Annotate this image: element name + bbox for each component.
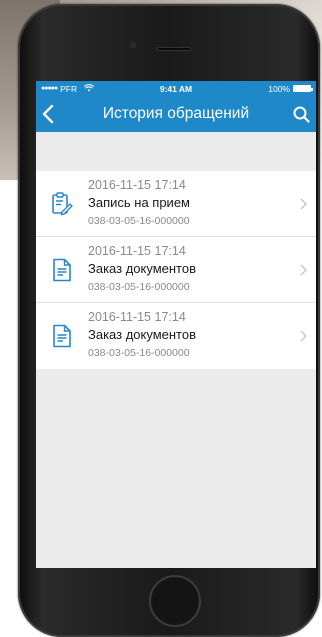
item-text: 2016-11-15 17:14 Запись на прием 038-03-…	[88, 178, 290, 230]
document-icon	[36, 258, 88, 282]
item-text: 2016-11-15 17:14 Заказ документов 038-03…	[88, 244, 290, 296]
chevron-right-icon	[290, 264, 316, 276]
requests-list: 2016-11-15 17:14 Запись на прием 038-03-…	[36, 171, 316, 369]
list-item[interactable]: 2016-11-15 17:14 Заказ документов 038-03…	[36, 237, 316, 303]
list-item[interactable]: 2016-11-15 17:14 Заказ документов 038-03…	[36, 303, 316, 369]
chevron-left-icon[interactable]	[42, 101, 62, 127]
status-bar: ●●●●● PFR 9:41 AM 100%	[36, 81, 316, 96]
list-item[interactable]: 2016-11-15 17:14 Запись на прием 038-03-…	[36, 171, 316, 237]
item-date: 2016-11-15 17:14	[88, 310, 186, 324]
page-title: История обращений	[102, 105, 250, 122]
chevron-right-icon	[290, 198, 316, 210]
search-icon[interactable]	[288, 101, 310, 127]
navigation-bar: История обращений	[36, 96, 316, 132]
top-spacer	[36, 132, 316, 171]
earpiece-speaker	[157, 47, 191, 51]
item-number: 038-03-05-16-000000	[88, 280, 190, 293]
front-camera	[130, 42, 136, 48]
document-icon	[36, 324, 88, 348]
chevron-right-icon	[290, 330, 316, 342]
item-title: Заказ документов	[88, 327, 197, 342]
item-number: 038-03-05-16-000000	[88, 347, 190, 359]
item-text: 2016-11-15 17:14 Заказ документов 038-03…	[88, 310, 290, 362]
item-number: 038-03-05-16-000000	[88, 214, 190, 227]
status-time: 9:41 AM	[159, 83, 193, 94]
home-button[interactable]	[149, 575, 201, 627]
item-title: Заказ документов	[88, 260, 197, 276]
battery-icon	[293, 85, 313, 92]
item-title: Запись на прием	[88, 194, 190, 210]
item-date: 2016-11-15 17:14	[88, 177, 186, 192]
clipboard-edit-icon	[36, 191, 88, 216]
app-screen: ●●●●● PFR 9:41 AM 100% История обращений	[36, 81, 316, 568]
item-date: 2016-11-15 17:14	[88, 243, 186, 258]
